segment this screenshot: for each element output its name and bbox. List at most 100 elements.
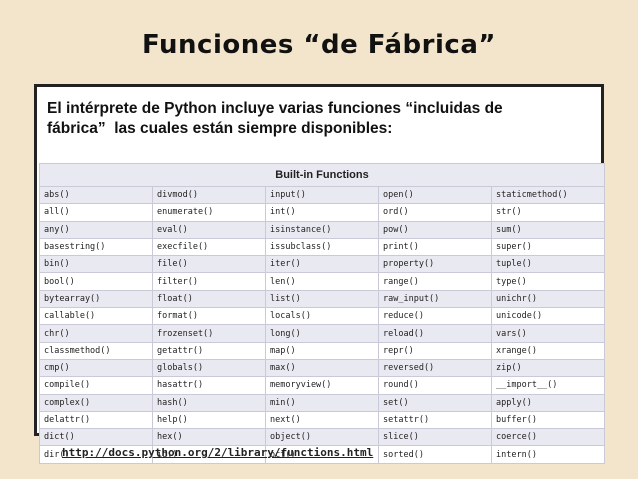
function-cell[interactable]: basestring() — [39, 237, 153, 257]
function-cell[interactable]: reload() — [378, 324, 492, 343]
function-cell[interactable]: tuple() — [491, 255, 605, 274]
builtin-functions-table-wrap: Built-in Functions abs() divmod() input() o… — [39, 163, 605, 464]
function-cell[interactable]: raw_input() — [378, 289, 492, 309]
function-cell[interactable]: callable() — [39, 307, 153, 326]
docs-link[interactable]: http://docs.python.org/2/library/functio… — [62, 446, 373, 459]
table-row: abs() divmod() input() open() staticmethod() — [39, 185, 605, 205]
function-cell[interactable]: hash() — [152, 393, 266, 412]
function-cell[interactable]: divmod() — [152, 185, 266, 205]
table-row: dict() hex() object() slice() coerce() — [39, 428, 605, 447]
table-row: basestring() execfile() issubclass() print(… — [39, 237, 605, 257]
table-row: cmp() globals() max() reversed() zip() — [39, 358, 605, 378]
function-cell[interactable]: intern() — [491, 445, 605, 464]
function-cell[interactable]: ord() — [378, 203, 492, 222]
table-row: callable() format() locals() reduce() unicod… — [39, 307, 605, 326]
function-cell[interactable]: hasattr() — [152, 376, 266, 395]
function-cell[interactable]: all() — [39, 203, 153, 222]
function-cell[interactable]: super() — [491, 237, 605, 257]
table-row: compile() hasattr() memoryview() round() __i… — [39, 376, 605, 395]
function-cell[interactable]: buffer() — [491, 410, 605, 430]
function-cell[interactable]: input() — [265, 185, 379, 205]
function-cell[interactable]: frozenset() — [152, 324, 266, 343]
function-cell[interactable]: map() — [265, 341, 379, 360]
function-cell[interactable]: long() — [265, 324, 379, 343]
function-cell[interactable]: chr() — [39, 324, 153, 343]
table-row: bin() file() iter() property() tuple() — [39, 255, 605, 274]
function-cell[interactable]: delattr() — [39, 410, 153, 430]
function-cell[interactable]: float() — [152, 289, 266, 309]
function-cell[interactable]: compile() — [39, 376, 153, 395]
function-cell[interactable]: getattr() — [152, 341, 266, 360]
function-cell[interactable]: sorted() — [378, 445, 492, 464]
function-cell[interactable]: list() — [265, 289, 379, 309]
function-cell[interactable]: dict() — [39, 428, 153, 447]
function-cell[interactable]: reversed() — [378, 358, 492, 378]
table-row: complex() hash() min() set() apply() — [39, 393, 605, 412]
function-cell[interactable]: len() — [265, 272, 379, 291]
table-row: bool() filter() len() range() type() — [39, 272, 605, 291]
function-cell[interactable]: repr() — [378, 341, 492, 360]
function-cell[interactable]: vars() — [491, 324, 605, 343]
function-cell[interactable]: filter() — [152, 272, 266, 291]
table-row: bytearray() float() list() raw_input() unich… — [39, 289, 605, 309]
table-row: classmethod() getattr() map() repr() xrange(… — [39, 341, 605, 360]
table-row: any() eval() isinstance() pow() sum() — [39, 220, 605, 239]
table-row: delattr() help() next() setattr() buffer() — [39, 410, 605, 430]
function-cell[interactable]: set() — [378, 393, 492, 412]
function-cell[interactable]: min() — [265, 393, 379, 412]
function-cell[interactable]: cmp() — [39, 358, 153, 378]
function-cell[interactable]: slice() — [378, 428, 492, 447]
function-cell[interactable]: range() — [378, 272, 492, 291]
function-cell[interactable]: eval() — [152, 220, 266, 239]
function-cell[interactable]: isinstance() — [265, 220, 379, 239]
function-cell[interactable]: issubclass() — [265, 237, 379, 257]
function-cell[interactable]: unicode() — [491, 307, 605, 326]
intro-text: El intérprete de Python incluye varias f… — [47, 100, 503, 137]
function-cell[interactable]: setattr() — [378, 410, 492, 430]
function-cell[interactable]: complex() — [39, 393, 153, 412]
function-cell[interactable]: abs() — [39, 185, 153, 205]
function-cell[interactable]: __import__() — [491, 376, 605, 395]
function-cell[interactable]: execfile() — [152, 237, 266, 257]
function-cell[interactable]: apply() — [491, 393, 605, 412]
function-cell[interactable]: open() — [378, 185, 492, 205]
function-cell[interactable]: pow() — [378, 220, 492, 239]
table-heading: Built-in Functions — [39, 163, 605, 187]
function-cell[interactable]: locals() — [265, 307, 379, 326]
function-cell[interactable]: xrange() — [491, 341, 605, 360]
function-cell[interactable]: globals() — [152, 358, 266, 378]
function-cell[interactable]: help() — [152, 410, 266, 430]
function-cell[interactable]: int() — [265, 203, 379, 222]
function-cell[interactable]: memoryview() — [265, 376, 379, 395]
function-cell[interactable]: hex() — [152, 428, 266, 447]
function-cell[interactable]: type() — [491, 272, 605, 291]
function-cell[interactable]: zip() — [491, 358, 605, 378]
function-cell[interactable]: unichr() — [491, 289, 605, 309]
table-body: abs() divmod() input() open() staticmethod()… — [39, 185, 605, 464]
table-row: chr() frozenset() long() reload() vars() — [39, 324, 605, 343]
function-cell[interactable]: enumerate() — [152, 203, 266, 222]
function-cell[interactable]: print() — [378, 237, 492, 257]
content-panel: El intérprete de Python incluye varias f… — [34, 84, 605, 464]
function-cell[interactable]: object() — [265, 428, 379, 447]
function-cell[interactable]: sum() — [491, 220, 605, 239]
slide-title: Funciones “de Fábrica” — [142, 30, 496, 60]
function-cell[interactable]: max() — [265, 358, 379, 378]
function-cell[interactable]: bytearray() — [39, 289, 153, 309]
function-cell[interactable]: bool() — [39, 272, 153, 291]
function-cell[interactable]: round() — [378, 376, 492, 395]
function-cell[interactable]: str() — [491, 203, 605, 222]
function-cell[interactable]: file() — [152, 255, 266, 274]
function-cell[interactable]: reduce() — [378, 307, 492, 326]
function-cell[interactable]: staticmethod() — [491, 185, 605, 205]
function-cell[interactable]: property() — [378, 255, 492, 274]
function-cell[interactable]: next() — [265, 410, 379, 430]
function-cell[interactable]: coerce() — [491, 428, 605, 447]
function-cell[interactable]: iter() — [265, 255, 379, 274]
table-row: all() enumerate() int() ord() str() — [39, 203, 605, 222]
function-cell[interactable]: any() — [39, 220, 153, 239]
function-cell[interactable]: bin() — [39, 255, 153, 274]
builtin-functions-table: Built-in Functions abs() divmod() input() o… — [39, 163, 605, 464]
function-cell[interactable]: classmethod() — [39, 341, 153, 360]
function-cell[interactable]: format() — [152, 307, 266, 326]
